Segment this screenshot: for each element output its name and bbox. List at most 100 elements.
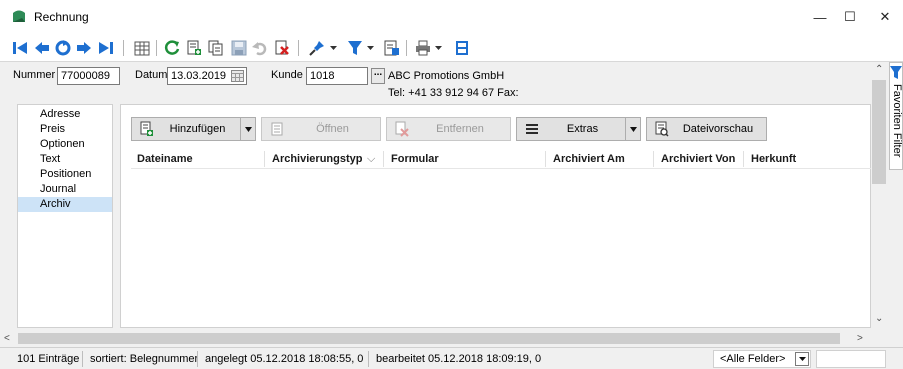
table-view-icon[interactable] [132, 38, 152, 58]
extras-button-label: Extras [566, 123, 599, 135]
horizontal-scroll-thumb[interactable] [18, 333, 840, 344]
created-status: angelegt 05.12.2018 18:08:55, 0 [205, 353, 364, 365]
company-contact: Tel: +41 33 912 94 67 Fax: [388, 87, 519, 99]
nav-item-optionen[interactable]: Optionen [18, 137, 112, 152]
column-header-archiviert-von[interactable]: Archiviert Von [661, 153, 735, 165]
toolbar-separator [406, 40, 407, 56]
company-name: ABC Promotions GmbH [388, 70, 505, 82]
window-title: Rechnung [34, 10, 89, 24]
next-record-icon[interactable] [74, 38, 94, 58]
document-header: Nummer 77000089 Datum 13.03.2019 Kunde 1… [0, 62, 872, 102]
status-separator [82, 351, 83, 367]
filter-icon[interactable] [345, 38, 365, 58]
column-separator [545, 151, 546, 167]
close-icon: ✕ [879, 9, 891, 24]
pin-dropdown-icon[interactable] [328, 40, 338, 56]
title-bar: Rechnung — ☐ ✕ [0, 0, 903, 34]
add-dropdown-icon[interactable] [240, 118, 255, 140]
scroll-up-icon[interactable]: ⌃ [875, 64, 883, 75]
status-separator [368, 351, 369, 367]
menu-icon [524, 121, 540, 137]
column-header-archivierungstyp[interactable]: Archivierungstyp [272, 153, 362, 165]
minimize-icon: — [813, 9, 827, 25]
datum-label: Datum [135, 69, 168, 81]
toolbar-separator [123, 40, 124, 56]
scroll-down-icon[interactable]: ⌄ [875, 313, 883, 324]
column-separator [743, 151, 744, 167]
nav-item-archiv[interactable]: Archiv [18, 197, 112, 212]
column-separator [653, 151, 654, 167]
column-header-formular[interactable]: Formular [391, 153, 439, 165]
sort-indicator-icon: ⌵ [367, 153, 376, 165]
open-button-label: Öffnen [316, 123, 349, 135]
maximize-icon: ☐ [844, 9, 856, 24]
header-divider [131, 168, 871, 169]
calculator-icon[interactable] [452, 38, 472, 58]
refresh-icon[interactable] [53, 38, 73, 58]
first-record-icon[interactable] [10, 38, 30, 58]
extras-button[interactable]: Extras [516, 117, 641, 141]
preview-button[interactable]: Dateivorschau [646, 117, 767, 141]
favorites-filter-label: Favoriten Filter [891, 84, 903, 158]
new-icon[interactable] [184, 38, 204, 58]
datum-value: 13.03.2019 [171, 70, 227, 82]
close-button[interactable]: ✕ [862, 0, 903, 34]
archive-panel: Hinzufügen Öffnen Entfernen Extras Datei… [120, 104, 871, 328]
add-file-icon [139, 121, 155, 137]
kunde-lookup-button[interactable]: ... [371, 68, 385, 84]
toolbar-separator [156, 40, 157, 56]
remove-button[interactable]: Entfernen [386, 117, 511, 141]
column-header-herkunft[interactable]: Herkunft [751, 153, 796, 165]
nav-item-preis[interactable]: Preis [18, 122, 112, 137]
vertical-scroll-thumb[interactable] [872, 80, 886, 184]
reload-icon[interactable] [162, 38, 182, 58]
favorites-filter-icon [890, 66, 902, 79]
preview-button-label: Dateivorschau [682, 123, 754, 135]
delete-icon[interactable] [272, 38, 292, 58]
kunde-label: Kunde [271, 69, 303, 81]
app-icon [13, 10, 25, 22]
nav-item-text[interactable]: Text [18, 152, 112, 167]
quick-search-input[interactable] [816, 350, 886, 368]
sort-status: sortiert: Belegnummer [90, 353, 199, 365]
print-dropdown-icon[interactable] [433, 40, 443, 56]
scroll-right-icon[interactable]: > [857, 333, 863, 344]
field-filter-dropdown-icon[interactable] [795, 352, 809, 366]
pin-icon[interactable] [307, 38, 327, 58]
kunde-field[interactable]: 1018 [306, 67, 368, 85]
calendar-icon[interactable] [231, 70, 244, 82]
status-bar: 101 Einträge sortiert: Belegnummer angel… [0, 347, 903, 369]
toolbar-separator [298, 40, 299, 56]
remove-file-icon [394, 121, 410, 137]
nav-item-positionen[interactable]: Positionen [18, 167, 112, 182]
nummer-label: Nummer [13, 69, 56, 81]
edited-status: bearbeitet 05.12.2018 18:09:19, 0 [376, 353, 542, 365]
open-button[interactable]: Öffnen [261, 117, 381, 141]
remove-button-label: Entfernen [436, 123, 484, 135]
nav-item-adresse[interactable]: Adresse [18, 107, 112, 122]
undo-icon[interactable] [250, 38, 270, 58]
open-file-icon [269, 121, 285, 137]
column-separator [383, 151, 384, 167]
copy-icon[interactable] [206, 38, 226, 58]
save-icon[interactable] [229, 38, 249, 58]
column-header-archiviert-am[interactable]: Archiviert Am [553, 153, 625, 165]
column-separator [264, 151, 265, 167]
field-filter-value: <Alle Felder> [720, 353, 786, 365]
column-header-dateiname[interactable]: Dateiname [137, 153, 193, 165]
extras-dropdown-icon[interactable] [625, 118, 640, 140]
filter-dropdown-icon[interactable] [365, 40, 375, 56]
section-nav: Adresse Preis Optionen Text Positionen J… [17, 104, 113, 328]
last-record-icon[interactable] [96, 38, 116, 58]
record-count: 101 Einträge [17, 353, 80, 365]
add-button[interactable]: Hinzufügen [131, 117, 256, 141]
print-icon[interactable] [413, 38, 433, 58]
status-separator [197, 351, 198, 367]
toolbar [0, 34, 903, 62]
scroll-left-icon[interactable]: < [4, 333, 10, 344]
add-button-label: Hinzufügen [169, 123, 226, 135]
previous-record-icon[interactable] [32, 38, 52, 58]
report-icon[interactable] [382, 38, 402, 58]
nav-item-journal[interactable]: Journal [18, 182, 112, 197]
nummer-field[interactable]: 77000089 [57, 67, 120, 85]
